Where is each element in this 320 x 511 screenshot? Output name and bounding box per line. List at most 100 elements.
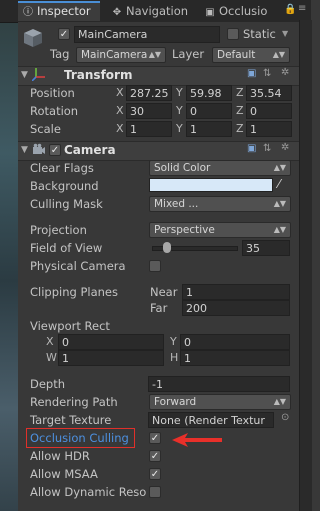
fov-input[interactable]: 35 bbox=[242, 240, 290, 256]
allow-dynamic-resolution-label: Allow Dynamic Reso bbox=[30, 485, 147, 499]
dropdown-arrow-icon: ▲▼ bbox=[273, 163, 286, 172]
occlusion-culling-label: Occlusion Culling bbox=[30, 431, 129, 445]
gear-icon[interactable]: ✲ bbox=[281, 142, 289, 153]
transform-header[interactable] bbox=[18, 66, 299, 86]
axis-y-label: Y bbox=[176, 86, 183, 99]
rendering-path-dropdown[interactable]: Forward ▲▼ bbox=[149, 394, 291, 410]
allow-hdr-label: Allow HDR bbox=[30, 449, 90, 463]
lock-icon[interactable]: 🔒 bbox=[284, 4, 296, 15]
background-color-swatch[interactable] bbox=[149, 178, 273, 192]
annotation-arrow-icon bbox=[170, 432, 224, 448]
axis-x-label: X bbox=[116, 104, 124, 117]
layer-label: Layer bbox=[172, 47, 205, 61]
viewport-rect-label: Viewport Rect bbox=[30, 319, 110, 333]
help-icon[interactable]: ▣ bbox=[247, 143, 256, 154]
culling-mask-dropdown[interactable]: Mixed ... ▲▼ bbox=[149, 196, 291, 212]
foldout-arrow-icon[interactable]: ▼ bbox=[21, 70, 28, 80]
allow-dynamic-resolution-checkbox[interactable] bbox=[149, 486, 161, 498]
culling-mask-label: Culling Mask bbox=[30, 197, 103, 211]
foldout-arrow-icon[interactable]: ▼ bbox=[21, 145, 28, 155]
clear-flags-value: Solid Color bbox=[154, 162, 211, 174]
rendering-path-value: Forward bbox=[154, 396, 197, 408]
rotation-label: Rotation bbox=[30, 104, 79, 118]
tab-bar: ⓘ Inspector ✥ Navigation ▣ Occlusio 🔒 ≡ bbox=[0, 0, 311, 23]
rotation-y-input[interactable]: 0 bbox=[186, 103, 232, 119]
transform-axes-icon bbox=[31, 67, 46, 82]
tab-occlusion[interactable]: ▣ Occlusio bbox=[200, 1, 280, 21]
tag-value: MainCamera bbox=[81, 49, 148, 61]
target-texture-label: Target Texture bbox=[30, 413, 112, 427]
camera-title: Camera bbox=[64, 143, 116, 157]
viewport-h-input[interactable]: 1 bbox=[180, 350, 290, 366]
dropdown-arrow-icon: ▲▼ bbox=[272, 50, 285, 59]
culling-mask-value: Mixed ... bbox=[154, 198, 199, 210]
scale-z-input[interactable]: 1 bbox=[246, 121, 292, 137]
camera-component-icon bbox=[32, 143, 46, 157]
axis-x-label: X bbox=[116, 122, 124, 135]
tag-label: Tag bbox=[50, 47, 70, 61]
near-input[interactable]: 1 bbox=[182, 284, 290, 300]
occlusion-icon: ▣ bbox=[205, 7, 215, 18]
allow-msaa-label: Allow MSAA bbox=[30, 467, 98, 481]
far-label: Far bbox=[150, 301, 168, 315]
dropdown-arrow-icon: ▲▼ bbox=[273, 397, 286, 406]
dropdown-arrow-icon: ▲▼ bbox=[273, 199, 286, 208]
target-texture-field[interactable]: None (Render Textur bbox=[148, 412, 274, 428]
dropdown-arrow-icon: ▲▼ bbox=[148, 50, 161, 59]
physical-camera-checkbox[interactable] bbox=[149, 260, 161, 272]
axis-z-label: Z bbox=[236, 104, 244, 117]
camera-enabled-checkbox[interactable]: ✓ bbox=[49, 144, 61, 156]
background-label: Background bbox=[30, 179, 99, 193]
viewport-y-input[interactable]: 0 bbox=[180, 334, 290, 350]
layer-value: Default bbox=[217, 49, 256, 61]
tab-inspector[interactable]: ⓘ Inspector bbox=[18, 1, 100, 21]
fov-label: Field of View bbox=[30, 241, 103, 255]
far-input[interactable]: 200 bbox=[182, 300, 290, 316]
occlusion-culling-checkbox[interactable]: ✓ bbox=[149, 432, 161, 444]
rotation-x-input[interactable]: 30 bbox=[126, 103, 172, 119]
depth-input[interactable]: -1 bbox=[148, 376, 290, 392]
tag-dropdown[interactable]: MainCamera ▲▼ bbox=[76, 47, 166, 63]
info-icon: ⓘ bbox=[23, 7, 33, 18]
near-label: Near bbox=[150, 285, 178, 299]
help-icon[interactable]: ▣ bbox=[247, 68, 256, 79]
axis-x-label: X bbox=[116, 86, 124, 99]
preset-icon[interactable]: ⇅ bbox=[263, 68, 271, 79]
preset-icon[interactable]: ⇅ bbox=[263, 143, 271, 154]
clipping-planes-label: Clipping Planes bbox=[30, 285, 118, 299]
object-picker-icon[interactable]: ⊙ bbox=[281, 412, 289, 423]
tab-navigation[interactable]: ✥ Navigation bbox=[107, 1, 197, 21]
projection-label: Projection bbox=[30, 223, 87, 237]
navigation-icon: ✥ bbox=[112, 7, 122, 18]
dropdown-arrow-icon: ▲▼ bbox=[273, 225, 286, 234]
gameobject-active-checkbox[interactable]: ✓ bbox=[58, 28, 70, 40]
static-dropdown-arrow-icon[interactable]: ▼ bbox=[282, 29, 288, 38]
position-label: Position bbox=[30, 86, 75, 100]
gameobject-name-input[interactable]: MainCamera bbox=[74, 26, 220, 43]
menu-icon[interactable]: ≡ bbox=[298, 3, 306, 14]
depth-label: Depth bbox=[30, 377, 66, 391]
position-z-input[interactable]: 35.54 bbox=[246, 85, 292, 101]
transform-title: Transform bbox=[64, 68, 133, 82]
axis-z-label: Z bbox=[236, 122, 244, 135]
rotation-z-input[interactable]: 0 bbox=[246, 103, 292, 119]
scene-view-strip bbox=[0, 0, 18, 511]
allow-hdr-checkbox[interactable]: ✓ bbox=[149, 450, 161, 462]
scale-y-input[interactable]: 1 bbox=[186, 121, 232, 137]
static-checkbox[interactable] bbox=[227, 28, 239, 40]
gear-icon[interactable]: ✲ bbox=[281, 67, 289, 78]
scrollbar[interactable] bbox=[299, 20, 312, 511]
allow-msaa-checkbox[interactable]: ✓ bbox=[149, 468, 161, 480]
layer-dropdown[interactable]: Default ▲▼ bbox=[212, 47, 290, 63]
fov-slider-thumb[interactable] bbox=[163, 242, 172, 253]
axis-z-label: Z bbox=[236, 86, 244, 99]
static-label: Static bbox=[243, 27, 276, 41]
position-x-input[interactable]: 287.25 bbox=[126, 85, 172, 101]
eyedropper-icon[interactable]: ⁄ bbox=[278, 177, 280, 191]
position-y-input[interactable]: 59.98 bbox=[186, 85, 232, 101]
viewport-w-input[interactable]: 1 bbox=[58, 350, 164, 366]
viewport-x-input[interactable]: 0 bbox=[58, 334, 164, 350]
clear-flags-dropdown[interactable]: Solid Color ▲▼ bbox=[149, 160, 291, 176]
scale-x-input[interactable]: 1 bbox=[126, 121, 172, 137]
projection-dropdown[interactable]: Perspective ▲▼ bbox=[149, 222, 291, 238]
